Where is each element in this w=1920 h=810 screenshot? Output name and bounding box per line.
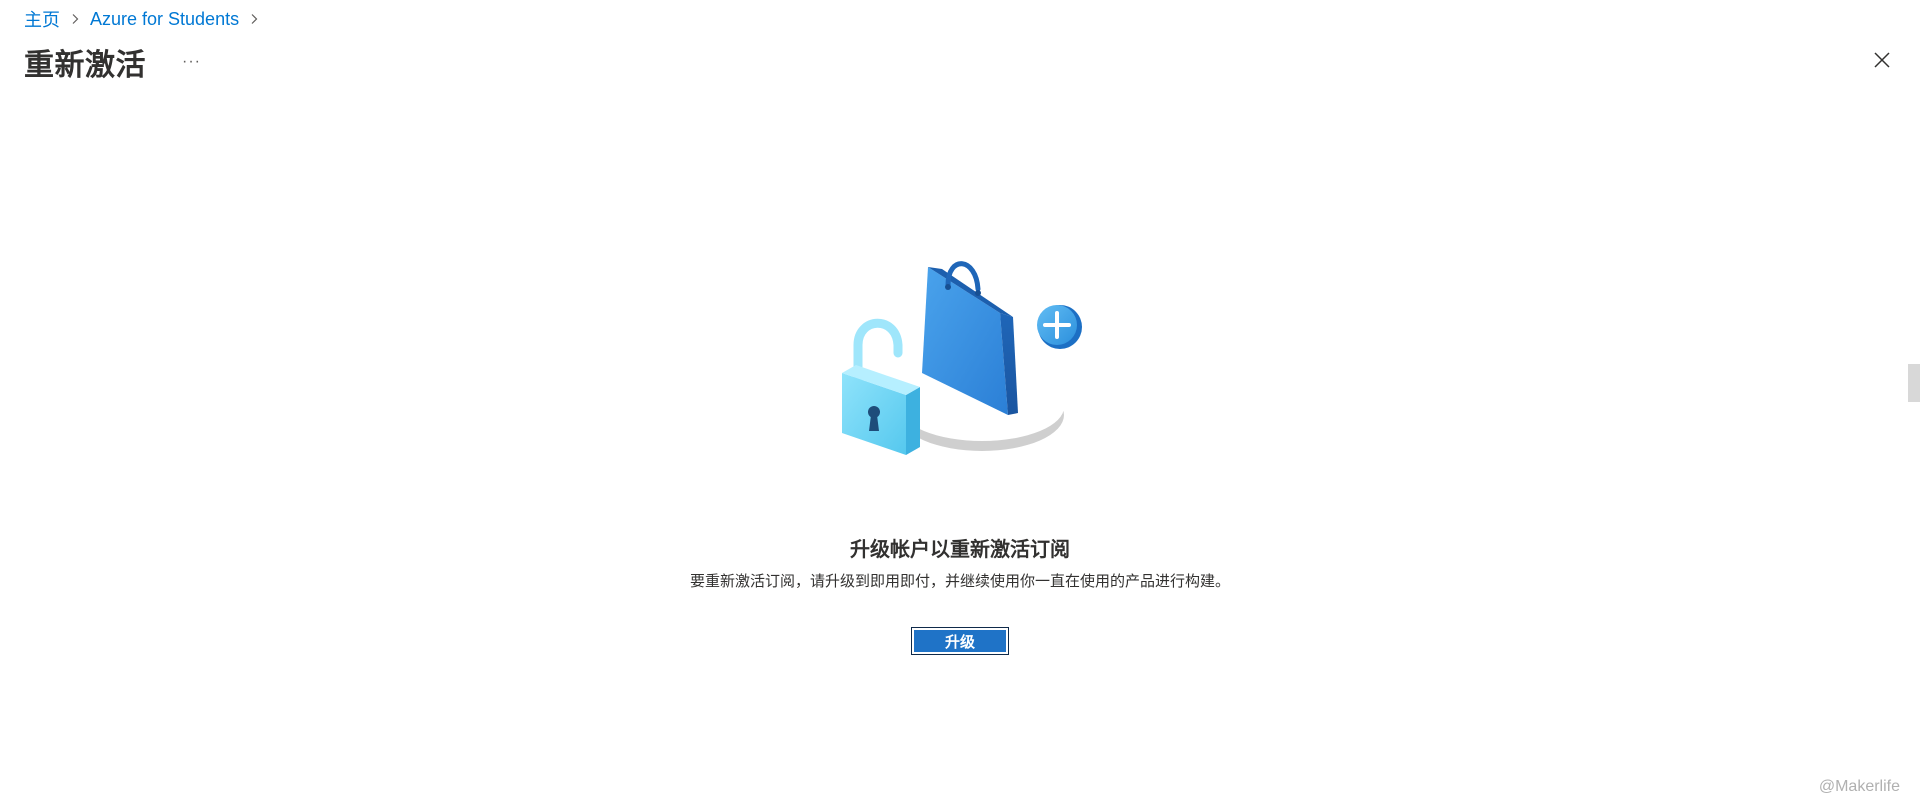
title-row: 重新激活 ···	[24, 40, 207, 84]
upgrade-description: 要重新激活订阅，请升级到即用即付，并继续使用你一直在使用的产品进行构建。	[689, 573, 1230, 590]
reactivate-blade: 主页 Azure for Students 重新激活 ··· 升级帐户以重新激活…	[0, 0, 1920, 810]
chevron-right-icon	[69, 13, 81, 25]
upgrade-illustration	[830, 255, 1090, 465]
upgrade-button-label: 升级	[914, 630, 1006, 652]
breadcrumb-azure-for-students[interactable]: Azure for Students	[90, 9, 239, 30]
scrollbar-thumb[interactable]	[1908, 364, 1920, 402]
close-button[interactable]	[1870, 48, 1894, 72]
breadcrumb: 主页 Azure for Students	[24, 6, 269, 32]
page-title: 重新激活	[24, 49, 146, 82]
upgrade-heading: 升级帐户以重新激活订阅	[850, 539, 1070, 561]
breadcrumb-home[interactable]: 主页	[24, 6, 60, 32]
chevron-right-icon	[248, 13, 260, 25]
upgrade-button[interactable]: 升级	[911, 627, 1009, 655]
close-icon	[1874, 52, 1890, 68]
watermark: @Makerlife	[1818, 778, 1900, 795]
more-options-button[interactable]: ···	[176, 51, 207, 73]
